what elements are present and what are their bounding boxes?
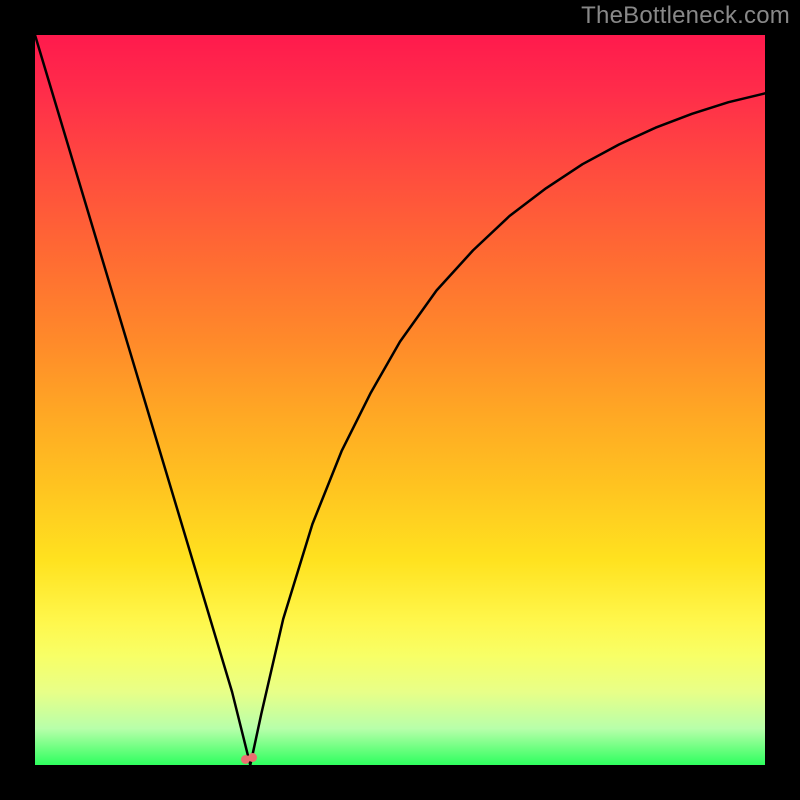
plot-area <box>35 35 765 765</box>
watermark-label: TheBottleneck.com <box>581 2 790 30</box>
bottleneck-curve <box>35 35 765 765</box>
chart-frame: TheBottleneck.com <box>0 0 800 800</box>
